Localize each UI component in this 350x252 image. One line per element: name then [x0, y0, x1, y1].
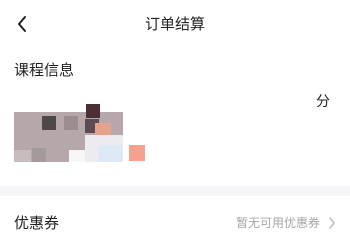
course-accent-swatch	[129, 145, 145, 161]
order-checkout-page: 订单结算 课程信息 分 优惠券 暂无可用优惠券	[0, 0, 350, 252]
top-bar: 订单结算	[0, 0, 350, 48]
page-title: 订单结算	[144, 15, 205, 33]
section-divider	[0, 186, 350, 196]
course-side-text: 分	[316, 94, 330, 110]
coupon-status: 暂无可用优惠券	[235, 216, 320, 230]
course-thumbnail	[14, 100, 123, 162]
coupon-label: 优惠券	[14, 214, 60, 232]
course-info-title: 课程信息	[14, 61, 75, 79]
coupon-row[interactable]: 优惠券 暂无可用优惠券	[0, 196, 350, 252]
chevron-right-icon	[326, 215, 338, 231]
